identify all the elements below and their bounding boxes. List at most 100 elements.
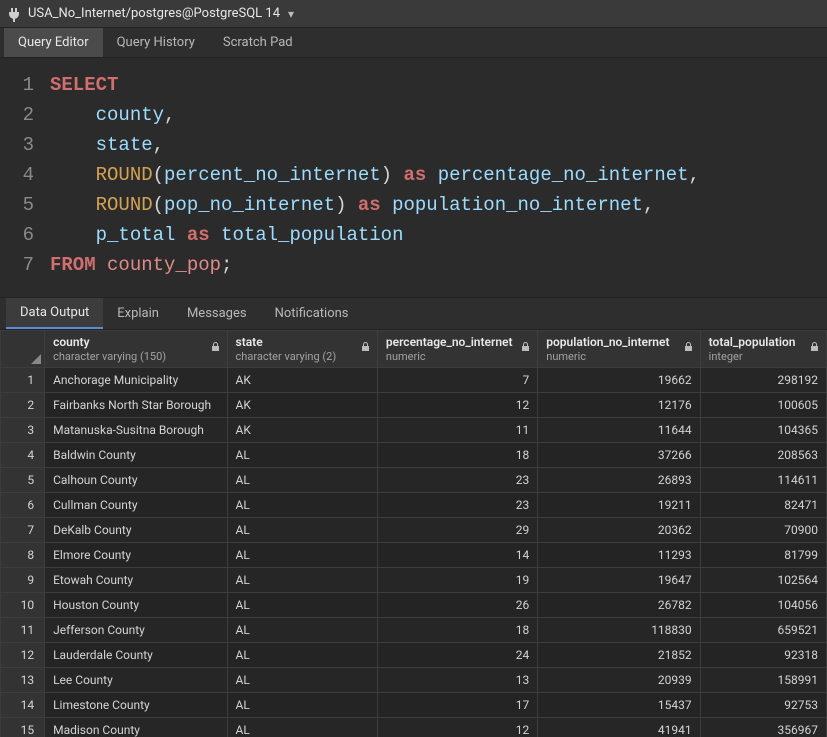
cell-state[interactable]: AL <box>227 468 377 493</box>
cell-percentage_no_internet[interactable]: 11 <box>377 418 537 443</box>
cell-state[interactable]: AK <box>227 368 377 393</box>
table-row[interactable]: 2Fairbanks North Star BoroughAK121217610… <box>1 393 827 418</box>
cell-total_population[interactable]: 92318 <box>700 643 826 668</box>
table-row[interactable]: 1Anchorage MunicipalityAK719662298192 <box>1 368 827 393</box>
cell-state[interactable]: AK <box>227 393 377 418</box>
cell-state[interactable]: AL <box>227 593 377 618</box>
tab-notifications[interactable]: Notifications <box>261 298 363 329</box>
row-number[interactable]: 11 <box>1 618 45 643</box>
cell-percentage_no_internet[interactable]: 12 <box>377 393 537 418</box>
tab-query-history[interactable]: Query History <box>103 28 209 57</box>
cell-total_population[interactable]: 82471 <box>700 493 826 518</box>
table-row[interactable]: 13Lee CountyAL1320939158991 <box>1 668 827 693</box>
cell-percentage_no_internet[interactable]: 26 <box>377 593 537 618</box>
cell-county[interactable]: Lauderdale County <box>45 643 227 668</box>
table-row[interactable]: 6Cullman CountyAL231921182471 <box>1 493 827 518</box>
table-row[interactable]: 9Etowah CountyAL1919647102564 <box>1 568 827 593</box>
row-number[interactable]: 9 <box>1 568 45 593</box>
row-number[interactable]: 13 <box>1 668 45 693</box>
cell-state[interactable]: AL <box>227 718 377 737</box>
row-number-header[interactable] <box>1 331 45 368</box>
cell-state[interactable]: AK <box>227 418 377 443</box>
cell-population_no_internet[interactable]: 15437 <box>538 693 700 718</box>
table-row[interactable]: 10Houston CountyAL2626782104056 <box>1 593 827 618</box>
cell-county[interactable]: Etowah County <box>45 568 227 593</box>
code-area[interactable]: SELECT county, state, ROUND(percent_no_i… <box>44 58 827 297</box>
cell-total_population[interactable]: 208563 <box>700 443 826 468</box>
table-row[interactable]: 4Baldwin CountyAL1837266208563 <box>1 443 827 468</box>
column-header-county[interactable]: countycharacter varying (150) <box>45 331 227 368</box>
cell-population_no_internet[interactable]: 11644 <box>538 418 700 443</box>
cell-percentage_no_internet[interactable]: 17 <box>377 693 537 718</box>
cell-state[interactable]: AL <box>227 618 377 643</box>
cell-state[interactable]: AL <box>227 643 377 668</box>
cell-percentage_no_internet[interactable]: 24 <box>377 643 537 668</box>
cell-total_population[interactable]: 114611 <box>700 468 826 493</box>
table-row[interactable]: 15Madison CountyAL1241941356967 <box>1 718 827 737</box>
cell-county[interactable]: Matanuska-Susitna Borough <box>45 418 227 443</box>
cell-county[interactable]: Limestone County <box>45 693 227 718</box>
row-number[interactable]: 6 <box>1 493 45 518</box>
cell-county[interactable]: Jefferson County <box>45 618 227 643</box>
cell-percentage_no_internet[interactable]: 29 <box>377 518 537 543</box>
cell-state[interactable]: AL <box>227 668 377 693</box>
cell-population_no_internet[interactable]: 20362 <box>538 518 700 543</box>
row-number[interactable]: 4 <box>1 443 45 468</box>
cell-total_population[interactable]: 102564 <box>700 568 826 593</box>
cell-population_no_internet[interactable]: 41941 <box>538 718 700 737</box>
cell-percentage_no_internet[interactable]: 23 <box>377 468 537 493</box>
cell-state[interactable]: AL <box>227 568 377 593</box>
cell-total_population[interactable]: 158991 <box>700 668 826 693</box>
cell-county[interactable]: Baldwin County <box>45 443 227 468</box>
cell-population_no_internet[interactable]: 118830 <box>538 618 700 643</box>
row-number[interactable]: 3 <box>1 418 45 443</box>
tab-data-output[interactable]: Data Output <box>6 298 103 329</box>
cell-population_no_internet[interactable]: 20939 <box>538 668 700 693</box>
cell-county[interactable]: Calhoun County <box>45 468 227 493</box>
cell-county[interactable]: Elmore County <box>45 543 227 568</box>
cell-total_population[interactable]: 81799 <box>700 543 826 568</box>
cell-percentage_no_internet[interactable]: 14 <box>377 543 537 568</box>
table-row[interactable]: 5Calhoun CountyAL2326893114611 <box>1 468 827 493</box>
cell-county[interactable]: Lee County <box>45 668 227 693</box>
cell-county[interactable]: Madison County <box>45 718 227 737</box>
cell-percentage_no_internet[interactable]: 18 <box>377 618 537 643</box>
row-number[interactable]: 14 <box>1 693 45 718</box>
cell-county[interactable]: Anchorage Municipality <box>45 368 227 393</box>
table-row[interactable]: 7DeKalb CountyAL292036270900 <box>1 518 827 543</box>
cell-state[interactable]: AL <box>227 518 377 543</box>
row-number[interactable]: 15 <box>1 718 45 737</box>
cell-population_no_internet[interactable]: 37266 <box>538 443 700 468</box>
row-number[interactable]: 10 <box>1 593 45 618</box>
cell-percentage_no_internet[interactable]: 19 <box>377 568 537 593</box>
tab-messages[interactable]: Messages <box>173 298 261 329</box>
row-number[interactable]: 1 <box>1 368 45 393</box>
chevron-down-icon[interactable]: ▾ <box>288 7 294 21</box>
row-number[interactable]: 5 <box>1 468 45 493</box>
column-header-percentage_no_internet[interactable]: percentage_no_internetnumeric <box>377 331 537 368</box>
cell-total_population[interactable]: 298192 <box>700 368 826 393</box>
table-row[interactable]: 3Matanuska-Susitna BoroughAK111164410436… <box>1 418 827 443</box>
cell-population_no_internet[interactable]: 26782 <box>538 593 700 618</box>
cell-population_no_internet[interactable]: 12176 <box>538 393 700 418</box>
row-number[interactable]: 8 <box>1 543 45 568</box>
cell-state[interactable]: AL <box>227 443 377 468</box>
cell-total_population[interactable]: 104365 <box>700 418 826 443</box>
cell-total_population[interactable]: 659521 <box>700 618 826 643</box>
cell-population_no_internet[interactable]: 19211 <box>538 493 700 518</box>
column-header-state[interactable]: statecharacter varying (2) <box>227 331 377 368</box>
window-title[interactable]: USA_No_Internet/postgres@PostgreSQL 14 <box>28 6 280 21</box>
column-header-total_population[interactable]: total_populationinteger <box>700 331 826 368</box>
tab-scratch-pad[interactable]: Scratch Pad <box>209 28 307 57</box>
tab-explain[interactable]: Explain <box>103 298 173 329</box>
cell-state[interactable]: AL <box>227 493 377 518</box>
table-row[interactable]: 12Lauderdale CountyAL242185292318 <box>1 643 827 668</box>
cell-population_no_internet[interactable]: 19662 <box>538 368 700 393</box>
cell-percentage_no_internet[interactable]: 18 <box>377 443 537 468</box>
cell-population_no_internet[interactable]: 26893 <box>538 468 700 493</box>
table-row[interactable]: 8Elmore CountyAL141129381799 <box>1 543 827 568</box>
data-grid[interactable]: countycharacter varying (150)statecharac… <box>0 330 827 737</box>
cell-percentage_no_internet[interactable]: 13 <box>377 668 537 693</box>
tab-query-editor[interactable]: Query Editor <box>4 28 103 57</box>
column-header-population_no_internet[interactable]: population_no_internetnumeric <box>538 331 700 368</box>
